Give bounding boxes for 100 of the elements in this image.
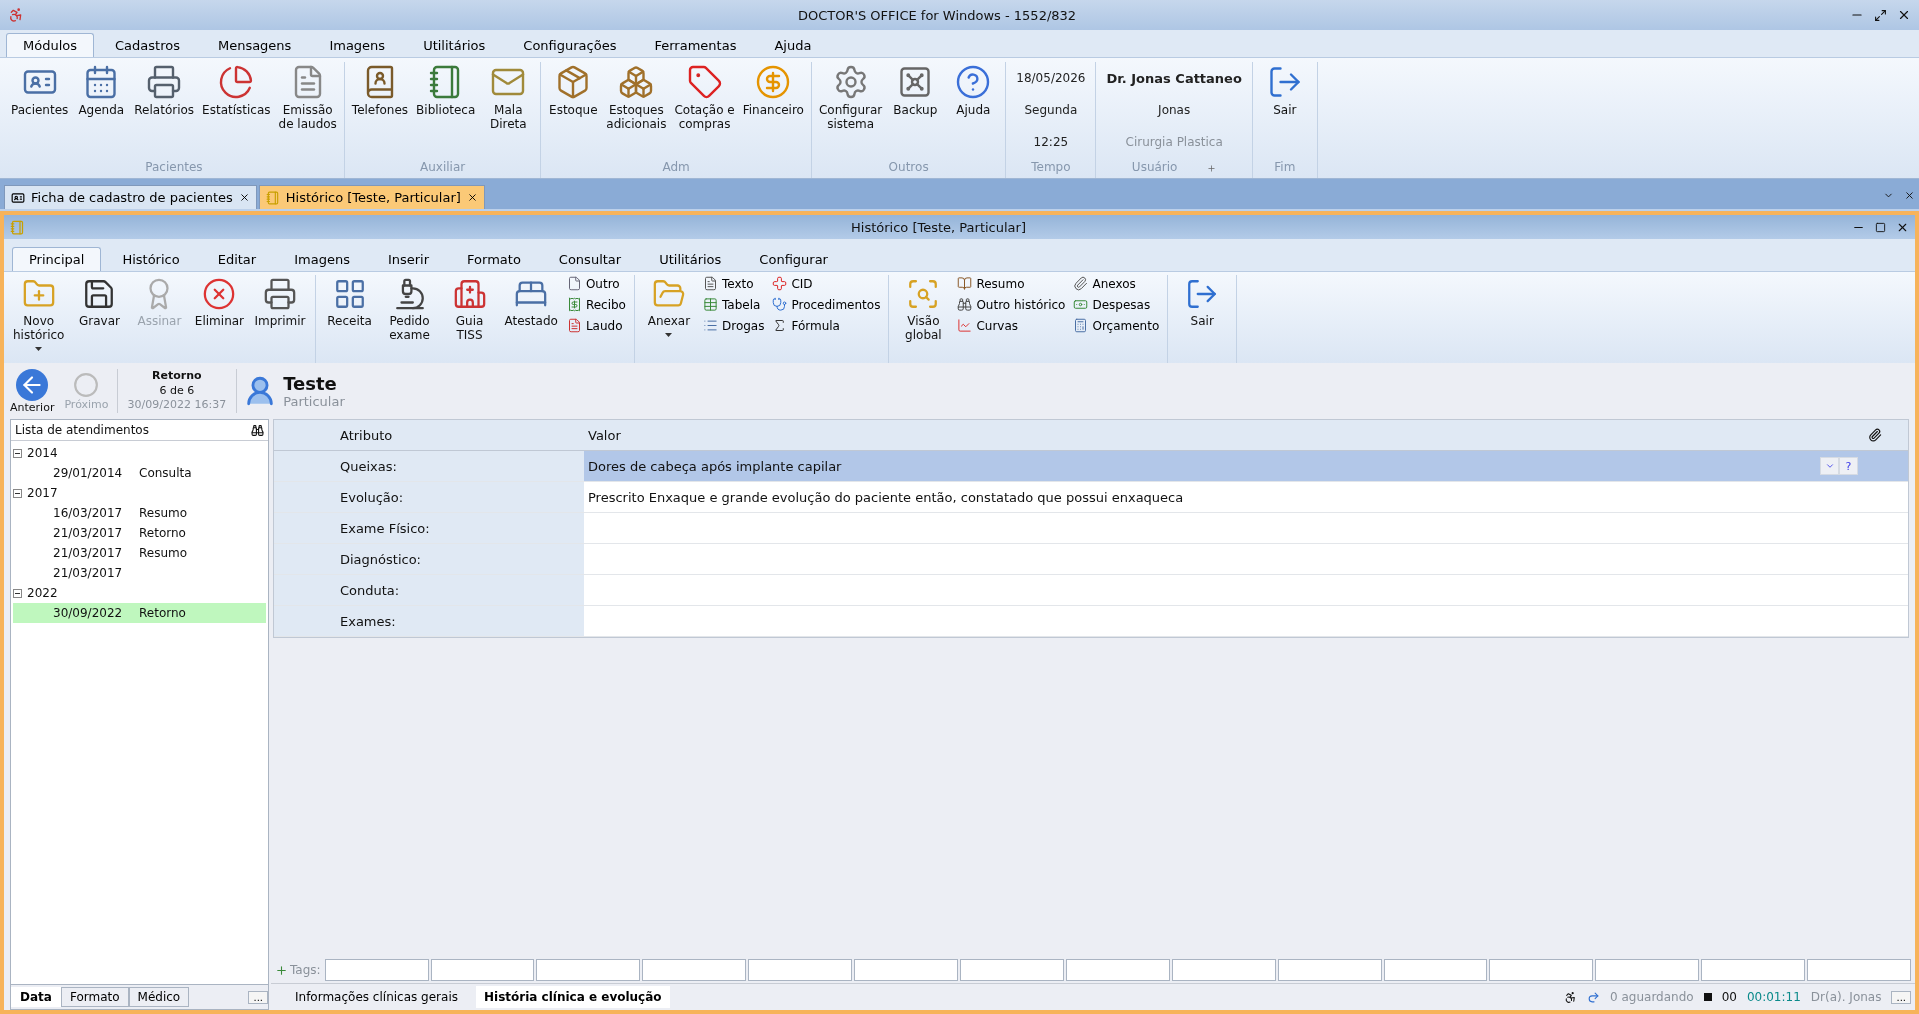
ribbon-button[interactable]: Visão global (895, 275, 952, 363)
tree-item[interactable]: 16/03/2017 Resumo (13, 503, 266, 523)
tree-year[interactable]: 2014 (27, 446, 58, 460)
ribbon-button[interactable]: Estoque (545, 62, 602, 158)
section-tab[interactable]: Informações clínicas gerais (287, 986, 466, 1008)
ribbon-button[interactable]: Agenda (73, 62, 130, 158)
ribbon-tab[interactable]: Principal (12, 247, 102, 271)
menu-tab[interactable]: Imagens (312, 33, 403, 57)
tree-item[interactable]: 29/01/2014 Consulta (13, 463, 266, 483)
ribbon-tab[interactable]: Imagens (277, 247, 367, 271)
table-row[interactable]: Exame Físico: (274, 513, 1908, 544)
table-row[interactable]: Conduta: (274, 575, 1908, 606)
collapse-toggle-icon[interactable] (13, 588, 22, 598)
ribbon-tab[interactable]: Inserir (370, 247, 447, 271)
close-icon[interactable] (466, 192, 478, 203)
tag-field[interactable] (854, 959, 958, 981)
more-button[interactable]: ... (1891, 990, 1911, 1004)
panel-tab[interactable]: Médico (128, 987, 190, 1007)
ribbon-small-button[interactable]: Drogas (700, 317, 767, 334)
tree-year[interactable]: 2017 (27, 486, 58, 500)
ribbon-button[interactable]: Novo histórico (10, 275, 68, 363)
ribbon-small-button[interactable]: Procedimentos (770, 296, 883, 313)
ribbon-small-button[interactable]: Curvas (955, 317, 1068, 334)
ribbon-small-button[interactable]: Recibo (564, 296, 628, 313)
ribbon-button[interactable]: Mala Direta (480, 62, 537, 158)
tag-field[interactable] (324, 959, 429, 981)
ribbon-button[interactable]: Gravar (71, 275, 128, 363)
tag-field[interactable] (1383, 959, 1488, 981)
ribbon-tab[interactable]: Consultar (541, 247, 639, 271)
tree-item[interactable]: 21/03/2017 Retorno (13, 523, 266, 543)
tree-item[interactable]: 21/03/2017 (13, 563, 266, 583)
tag-field[interactable] (959, 959, 1064, 981)
maximize-icon[interactable] (1875, 221, 1886, 233)
document-tab[interactable]: Histórico [Teste, Particular] (258, 185, 485, 209)
ribbon-small-button[interactable]: Laudo (564, 317, 628, 334)
ribbon-small-button[interactable]: Despesas (1071, 296, 1162, 313)
dialog-launcher-icon[interactable] (1207, 163, 1217, 173)
more-button[interactable]: ... (248, 990, 268, 1004)
close-icon[interactable] (1897, 8, 1911, 22)
tag-field[interactable] (642, 959, 747, 981)
tag-field[interactable] (1171, 959, 1276, 981)
table-row[interactable]: Diagnóstico: (274, 544, 1908, 575)
tag-field[interactable] (1065, 959, 1170, 981)
menu-tab[interactable]: Cadastros (98, 33, 197, 57)
tag-field[interactable] (1489, 959, 1594, 981)
menu-tab[interactable]: Módulos (6, 33, 94, 57)
ribbon-button[interactable]: Pacientes (8, 62, 72, 158)
ribbon-button[interactable]: Backup (887, 62, 944, 158)
ribbon-small-button[interactable]: Fórmula (770, 317, 883, 334)
tag-field[interactable] (1701, 959, 1806, 981)
menu-tab[interactable]: Mensagens (200, 33, 309, 57)
close-icon[interactable] (1904, 190, 1915, 201)
panel-tab[interactable]: Formato (60, 987, 129, 1007)
tag-field[interactable] (1807, 959, 1911, 981)
ribbon-button[interactable]: Guia TISS (441, 275, 498, 363)
ribbon-small-button[interactable]: Orçamento (1071, 317, 1162, 334)
ribbon-tab[interactable]: Formato (450, 247, 538, 271)
ribbon-button[interactable]: Sair (1256, 62, 1313, 158)
restore-icon[interactable] (1874, 8, 1887, 22)
tag-field[interactable] (748, 959, 853, 981)
ribbon-tab[interactable]: Configurar (742, 247, 845, 271)
document-tab[interactable]: Ficha de cadastro de pacientes (4, 185, 257, 209)
ribbon-small-button[interactable]: Outro histórico (955, 296, 1068, 313)
panel-tab[interactable]: Data (11, 987, 61, 1007)
ribbon-small-button[interactable]: CID (770, 275, 883, 292)
ribbon-button[interactable]: Atestado (501, 275, 561, 363)
previous-button[interactable]: Anterior (8, 368, 57, 414)
ribbon-button[interactable]: Ajuda (945, 62, 1002, 158)
ribbon-button[interactable]: Emissão de laudos (275, 62, 340, 158)
ribbon-button[interactable]: Financeiro (739, 62, 807, 158)
menu-tab[interactable]: Ajuda (757, 33, 829, 57)
collapse-toggle-icon[interactable] (13, 448, 22, 458)
ribbon-button[interactable]: Estoques adicionais (603, 62, 670, 158)
menu-tab[interactable]: Configurações (506, 33, 634, 57)
redo-icon[interactable] (1587, 990, 1600, 1004)
ribbon-button[interactable]: Biblioteca (413, 62, 479, 158)
ribbon-button[interactable]: Imprimir (251, 275, 309, 363)
ribbon-button[interactable]: Anexar (640, 275, 697, 363)
tree-item[interactable]: 21/03/2017 Resumo (13, 543, 266, 563)
ribbon-tab[interactable]: Editar (200, 247, 274, 271)
section-tab[interactable]: História clínica e evolução (475, 986, 670, 1008)
collapse-toggle-icon[interactable] (13, 488, 22, 498)
ribbon-small-button[interactable]: Outro (564, 275, 628, 292)
tree-item[interactable]: 30/09/2022 Retorno (13, 603, 266, 623)
help-button[interactable]: ? (1839, 457, 1858, 475)
add-tag-icon[interactable] (275, 963, 288, 977)
ribbon-tab[interactable]: Histórico (105, 247, 197, 271)
ribbon-button[interactable]: Sair (1174, 275, 1231, 363)
ribbon-button[interactable]: Telefones (348, 62, 412, 158)
ribbon-button[interactable]: Configurar sistema (815, 62, 886, 158)
tag-field[interactable] (430, 959, 535, 981)
ribbon-small-button[interactable]: Anexos (1071, 275, 1162, 292)
ribbon-button[interactable]: Relatórios (131, 62, 198, 158)
close-icon[interactable] (238, 192, 250, 203)
ribbon-small-button[interactable]: Resumo (955, 275, 1068, 292)
menu-tab[interactable]: Ferramentas (637, 33, 754, 57)
search-icon[interactable] (251, 423, 264, 437)
ribbon-button[interactable]: Eliminar (191, 275, 248, 363)
table-row[interactable]: Exames: (274, 606, 1908, 637)
stop-icon[interactable] (1703, 993, 1712, 1001)
